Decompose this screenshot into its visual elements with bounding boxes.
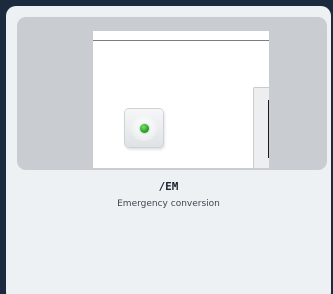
- green-led-icon: [140, 124, 149, 133]
- indicator-light-housing: [125, 109, 163, 147]
- page-background: /EM Emergency conversion: [0, 0, 333, 294]
- product-card[interactable]: /EM Emergency conversion: [6, 6, 331, 294]
- side-panel: [253, 87, 269, 168]
- preview-image: [93, 31, 269, 168]
- product-title: /EM: [158, 180, 179, 193]
- side-panel-bar: [268, 100, 269, 158]
- preview-divider: [93, 40, 269, 41]
- product-subtitle: Emergency conversion: [117, 199, 220, 209]
- product-preview: [17, 17, 327, 170]
